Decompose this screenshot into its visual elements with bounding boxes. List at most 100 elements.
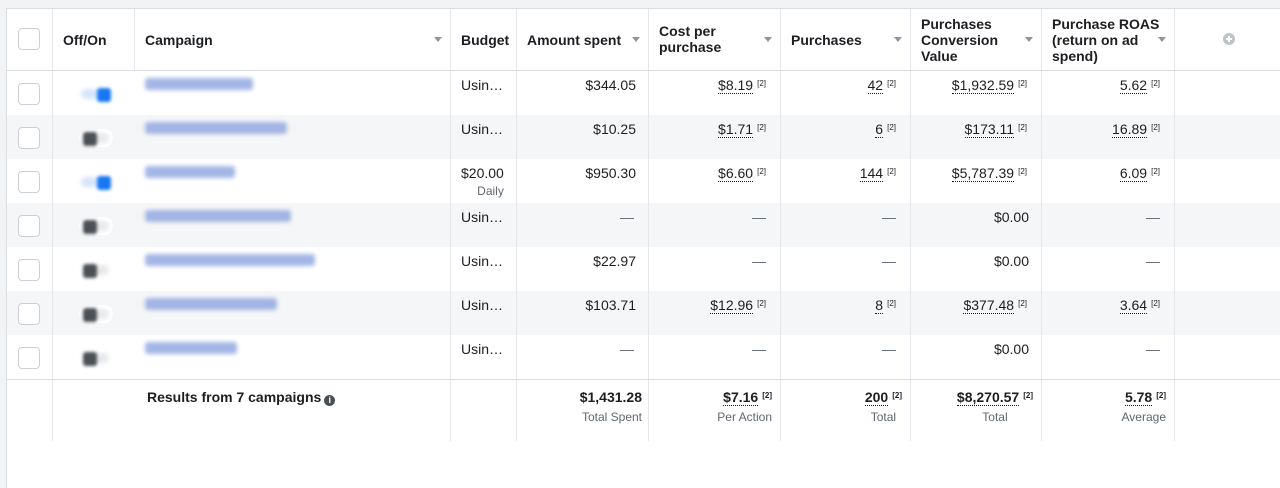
row-empty-cell (1175, 335, 1275, 379)
table-row[interactable]: Usin… $344.05 $8.19 [2] 42 [2] $1,932.59 [2] 5.6… (7, 71, 1280, 115)
row-select-cell (7, 159, 53, 203)
sort-caret-icon[interactable] (1025, 37, 1033, 42)
table-row[interactable]: $20.00 Daily $950.30 $6.60 [2] 144 [2] $5,787.3… (7, 159, 1280, 203)
row-checkbox[interactable] (18, 171, 40, 193)
row-select-cell (7, 247, 53, 291)
table-row[interactable]: Usin… $10.25 $1.71 [2] 6 [2] $173.11 [2] 16.89 [2… (7, 115, 1280, 159)
summary-empty-cell (7, 380, 53, 441)
select-all-checkbox[interactable] (18, 28, 40, 50)
campaign-name-blurred[interactable] (145, 254, 315, 266)
campaign-toggle[interactable] (79, 305, 113, 323)
row-toggle-cell (53, 71, 135, 115)
header-campaign[interactable]: Campaign (135, 9, 451, 70)
campaign-name-blurred[interactable] (145, 78, 253, 90)
campaign-name-blurred[interactable] (145, 122, 287, 134)
campaign-toggle[interactable] (79, 217, 113, 235)
purchases-cell: — (781, 247, 911, 291)
campaign-toggle[interactable] (79, 173, 113, 191)
sort-caret-icon[interactable] (764, 37, 772, 42)
table-row[interactable]: Usin… $103.71 $12.96 [2] 8 [2] $377.48 [2] 3.64[… (7, 291, 1280, 335)
amount-spent-cell: $950.30 (517, 159, 649, 203)
row-checkbox[interactable] (18, 83, 40, 105)
header-purchases[interactable]: Purchases (781, 9, 911, 70)
campaign-toggle[interactable] (79, 129, 113, 147)
row-checkbox[interactable] (18, 259, 40, 281)
purchases-cell: — (781, 335, 911, 379)
row-checkbox[interactable] (18, 127, 40, 149)
budget-cell[interactable]: Usin… (451, 247, 517, 291)
amount-spent-cell: $103.71 (517, 291, 649, 335)
sort-caret-icon[interactable] (894, 37, 902, 42)
roas-cell: 16.89 [2] (1042, 115, 1175, 159)
summary-spent: $1,431.28 Total Spent (517, 380, 649, 441)
row-toggle-cell (53, 247, 135, 291)
toggle-knob (97, 176, 111, 190)
campaign-name-cell[interactable] (135, 115, 451, 159)
cost-per-purchase-cell: — (649, 203, 781, 247)
summary-results-cell: Results from 7 campaigns i (135, 380, 451, 441)
pcv-cell: $0.00 (911, 247, 1042, 291)
add-column-icon[interactable] (1223, 33, 1235, 45)
campaign-name-blurred[interactable] (145, 166, 235, 178)
row-empty-cell (1175, 159, 1275, 203)
pcv-cell: $5,787.39 [2] (911, 159, 1042, 203)
header-budget[interactable]: Budget (451, 9, 517, 70)
table-header: Off/On Campaign Budget Amount spent Cost… (7, 9, 1280, 71)
row-select-cell (7, 115, 53, 159)
budget-cell[interactable]: Usin… (451, 71, 517, 115)
campaign-name-blurred[interactable] (145, 298, 277, 310)
budget-cell[interactable]: Usin… (451, 203, 517, 247)
row-select-cell (7, 291, 53, 335)
campaign-name-cell[interactable] (135, 335, 451, 379)
campaign-name-cell[interactable] (135, 71, 451, 115)
campaign-table: Off/On Campaign Budget Amount spent Cost… (6, 8, 1280, 488)
header-off-on[interactable]: Off/On (53, 9, 135, 70)
roas-cell: — (1042, 335, 1175, 379)
row-toggle-cell (53, 291, 135, 335)
campaign-toggle[interactable] (79, 349, 113, 367)
campaign-name-cell[interactable] (135, 203, 451, 247)
summary-empty-cell (1175, 380, 1275, 441)
row-empty-cell (1175, 115, 1275, 159)
roas-cell: 5.62 [2] (1042, 71, 1175, 115)
toggle-knob (97, 88, 111, 102)
info-icon[interactable]: i (324, 395, 336, 406)
campaign-name-cell[interactable] (135, 247, 451, 291)
budget-cell[interactable]: Usin… (451, 335, 517, 379)
row-select-cell (7, 71, 53, 115)
campaign-toggle[interactable] (79, 85, 113, 103)
pcv-cell: $377.48 [2] (911, 291, 1042, 335)
campaign-name-cell[interactable] (135, 291, 451, 335)
roas-cell: — (1042, 247, 1175, 291)
header-amount-spent[interactable]: Amount spent (517, 9, 649, 70)
campaign-name-blurred[interactable] (145, 210, 291, 222)
amount-spent-cell: $22.97 (517, 247, 649, 291)
campaign-toggle[interactable] (79, 261, 113, 279)
table-row[interactable]: Usin… $22.97— — $0.00— (7, 247, 1280, 291)
sort-caret-icon[interactable] (434, 37, 442, 42)
results-summary-row: Results from 7 campaigns i $1,431.28 Total… (7, 379, 1280, 441)
row-checkbox[interactable] (18, 303, 40, 325)
sort-caret-icon[interactable] (1158, 37, 1166, 42)
purchases-cell: 42 [2] (781, 71, 911, 115)
campaign-name-blurred[interactable] (145, 342, 237, 354)
header-purchases-conversion-value[interactable]: Purchases Conversion Value (911, 9, 1042, 70)
top-strip (0, 0, 1280, 8)
budget-cell[interactable]: Usin… (451, 291, 517, 335)
header-cost-per-purchase[interactable]: Cost per purchase (649, 9, 781, 70)
cost-per-purchase-cell: $6.60 [2] (649, 159, 781, 203)
summary-purchases: 200 [2] Total (781, 380, 911, 441)
table-row[interactable]: Usin… — — — $0.00— (7, 335, 1280, 379)
row-toggle-cell (53, 335, 135, 379)
budget-cell[interactable]: $20.00 Daily (451, 159, 517, 203)
row-checkbox[interactable] (18, 347, 40, 369)
campaign-name-cell[interactable] (135, 159, 451, 203)
summary-pcv: $8,270.57 [2] Total (911, 380, 1042, 441)
purchases-cell: 6 [2] (781, 115, 911, 159)
budget-cell[interactable]: Usin… (451, 115, 517, 159)
toggle-knob (83, 220, 97, 234)
table-row[interactable]: Usin… — — — $0.00— (7, 203, 1280, 247)
row-checkbox[interactable] (18, 215, 40, 237)
sort-caret-icon[interactable] (632, 37, 640, 42)
header-purchase-roas[interactable]: Purchase ROAS (return on ad spend) (1042, 9, 1175, 70)
